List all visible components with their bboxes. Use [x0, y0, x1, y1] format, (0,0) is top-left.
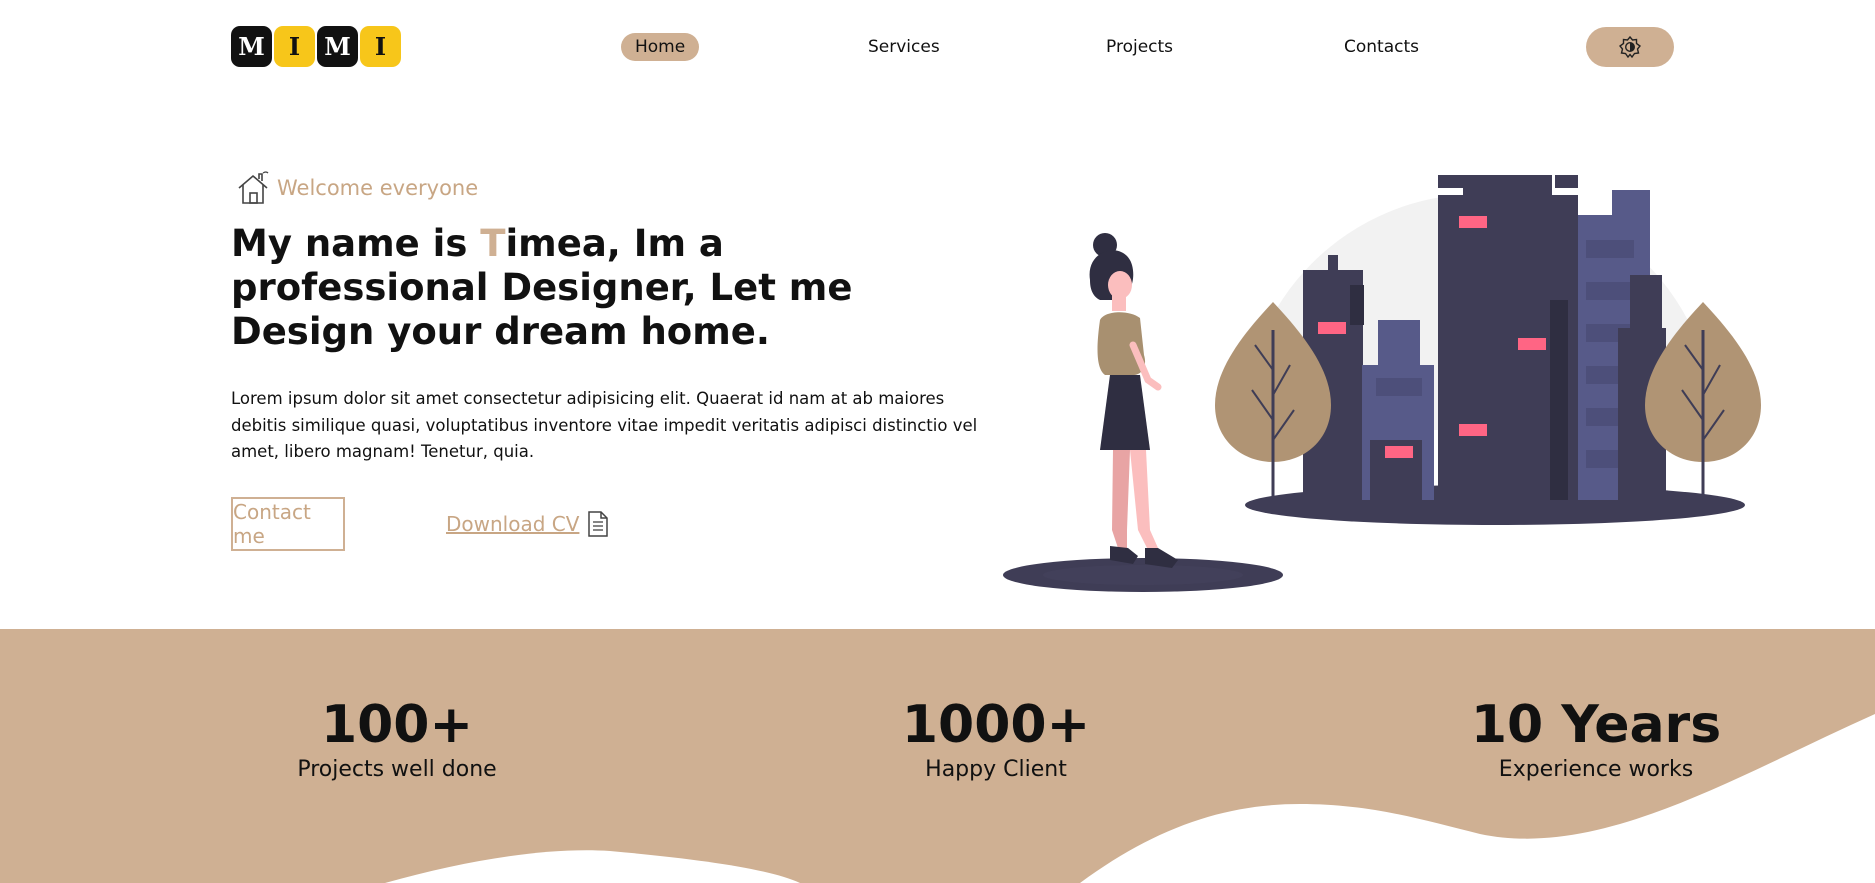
nav-contacts[interactable]: Contacts	[1344, 33, 1419, 61]
house-icon	[238, 171, 269, 204]
stat-value: 10 Years	[1470, 695, 1722, 755]
headline-accent-letter: T	[480, 222, 506, 265]
stat-value: 100+	[320, 695, 474, 755]
stat-label: Projects well done	[297, 757, 497, 782]
download-cv-label: Download CV	[446, 512, 580, 536]
brightness-icon	[1619, 36, 1641, 58]
nav-services[interactable]: Services	[868, 33, 940, 61]
stat-clients: 1000+ Happy Client	[836, 695, 1156, 782]
stat-label: Experience works	[1498, 757, 1694, 782]
logo-letter: M	[317, 26, 358, 67]
stat-label: Happy Client	[925, 757, 1067, 782]
document-icon	[588, 511, 609, 537]
logo-letter: I	[274, 26, 315, 67]
theme-toggle-button[interactable]	[1586, 27, 1674, 67]
welcome-line: Welcome everyone	[235, 170, 478, 206]
stat-value: 1000+	[901, 695, 1091, 755]
contact-me-button[interactable]: Contact me	[231, 497, 345, 551]
page: M I M I Home Services Projects Contacts …	[0, 0, 1875, 883]
logo-letter: I	[360, 26, 401, 67]
headline-pre: My name is	[231, 222, 481, 265]
logo[interactable]: M I M I	[231, 26, 401, 67]
stat-experience: 10 Years Experience works	[1436, 695, 1756, 782]
hero-intro: Lorem ipsum dolor sit amet consectetur a…	[231, 389, 978, 461]
logo-letter: M	[231, 26, 272, 67]
hero-illustration	[1003, 175, 1761, 592]
stat-projects: 100+ Projects well done	[237, 695, 557, 782]
download-cv-link[interactable]: Download CV	[446, 510, 609, 538]
hero-headline: My name is Timea, Im a professional Desi…	[231, 222, 951, 354]
nav-home[interactable]: Home	[621, 33, 700, 61]
nav-projects[interactable]: Projects	[1106, 33, 1173, 61]
welcome-text: Welcome everyone	[277, 176, 479, 200]
